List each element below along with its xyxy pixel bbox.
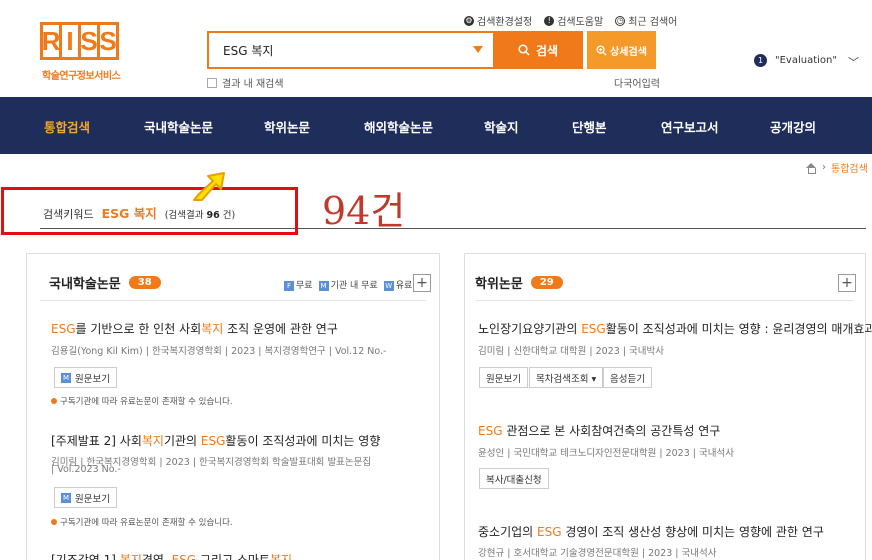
- annotation-arrow-icon: [193, 172, 225, 201]
- title-text: 경영이 조직 생산성 향상에 미치는 영향에 관한 연구: [561, 525, 824, 539]
- tab-journals[interactable]: 학술지: [484, 117, 519, 136]
- recent-search-link[interactable]: ◷ 최근 검색어: [615, 13, 677, 28]
- keyword-highlight: ESG: [478, 424, 503, 438]
- title-text: 관점으로 본 사회참여건축의 공간특성 연구: [502, 424, 721, 438]
- keyword-highlight: 복지: [141, 434, 164, 448]
- breadcrumb-current[interactable]: 통합검색: [831, 160, 868, 175]
- title-text: 활동이 조직성과에 미치는 영향 : 윤리경영의 매개효과 ...: [605, 322, 872, 336]
- gear-icon: ⚙: [464, 15, 474, 26]
- result-title[interactable]: [기조강연 1] 복지경영, ESG 그리고 스마트복지: [51, 551, 292, 560]
- tab-research-reports[interactable]: 연구보고서: [661, 117, 719, 136]
- keyword-highlight: ESG: [51, 322, 76, 336]
- subscription-note: 구독기관에 따라 유료논문이 존재할 수 있습니다.: [51, 395, 233, 407]
- view-fulltext-button[interactable]: 원문보기: [479, 367, 528, 388]
- breadcrumb: › 통합검색: [805, 160, 868, 175]
- keyword-highlight: ESG: [200, 434, 226, 448]
- more-theses-button[interactable]: +: [838, 274, 856, 292]
- search-settings-link[interactable]: ⚙ 검색환경설정: [464, 13, 532, 28]
- search-input[interactable]: ESG 복지: [207, 31, 493, 69]
- more-domestic-button[interactable]: +: [413, 274, 431, 292]
- copy-loan-request-button[interactable]: 복사/대출신청: [479, 468, 549, 489]
- title-text: 기관의: [163, 434, 201, 448]
- free-icon: F: [284, 281, 294, 291]
- search-help-link[interactable]: ! 검색도움말: [544, 13, 603, 28]
- user-institution[interactable]: 1 "Evaluation": [754, 54, 837, 67]
- chevron-down-icon[interactable]: ﹀: [848, 54, 859, 70]
- tab-domestic-papers[interactable]: 국내학술논문: [144, 117, 213, 136]
- title-text: 그리고 스마트: [196, 553, 270, 560]
- home-icon[interactable]: [805, 162, 817, 174]
- warning-dot-icon: [51, 398, 57, 404]
- advanced-search-button[interactable]: 상세검색: [587, 31, 656, 69]
- keyword-highlight: ESG: [537, 525, 562, 539]
- keyword-highlight: ESG: [171, 553, 197, 560]
- subscription-note: 구독기관에 따라 유료논문이 존재할 수 있습니다.: [51, 516, 233, 528]
- tab-integrated-search[interactable]: 통합검색: [44, 117, 90, 136]
- info-icon: !: [544, 15, 555, 26]
- institution-free-icon: M: [318, 281, 329, 291]
- keyword-highlight: 복지: [201, 322, 224, 336]
- logo-letter: S: [97, 22, 119, 60]
- tab-books[interactable]: 단행본: [572, 117, 607, 136]
- title-text: 경영,: [141, 553, 172, 560]
- clock-icon: ◷: [615, 15, 626, 26]
- view-fulltext-button[interactable]: M 원문보기: [54, 367, 117, 388]
- research-within-results[interactable]: 결과 내 재검색: [207, 75, 284, 90]
- riss-logo[interactable]: RISS: [40, 22, 128, 62]
- result-title[interactable]: [주제발표 2] 사회복지기관의 ESG활동이 조직성과에 미치는 영향: [51, 432, 380, 449]
- tab-open-lectures[interactable]: 공개강의: [770, 117, 816, 136]
- result-meta: | Vol.2023 No.-: [51, 464, 121, 475]
- panel-title: 학위논문 29: [475, 273, 563, 292]
- multilang-input-link[interactable]: 다국어입력: [614, 75, 660, 90]
- annotation-highlight-box: [1, 187, 298, 235]
- keyword-highlight: 복지: [269, 553, 293, 560]
- main-nav: [0, 97, 872, 154]
- result-meta: 김용길(Yong Kil Kim) | 한국복지경영학회 | 2023 | 복지…: [51, 346, 387, 357]
- title-text: [기조강연 1]: [51, 553, 120, 560]
- warning-dot-icon: [51, 519, 57, 525]
- logo-subtitle: 학술연구정보서비스: [42, 71, 121, 82]
- notification-badge: 1: [754, 54, 767, 67]
- title-text: 활동이 조직성과에 미치는 영향: [225, 434, 381, 448]
- title-text: 조직 운영에 관한 연구: [223, 322, 338, 336]
- search-icon: [518, 44, 530, 56]
- title-text: 를 기반으로 한 인천 사회: [75, 322, 202, 336]
- divider: [40, 300, 426, 301]
- result-meta: 김미림 | 신한대학교 대학원 | 2023 | 국내박사: [478, 346, 665, 357]
- paid-icon: W: [383, 281, 394, 291]
- keyword-highlight: ESG: [581, 322, 606, 336]
- toc-search-button[interactable]: 목차검색조회 ▾: [529, 367, 604, 388]
- annotation-text: 94건: [322, 189, 406, 233]
- divider: [476, 300, 854, 301]
- access-legend: F 무료 M 기관 내 무료 W 유료: [284, 278, 412, 291]
- title-text: 노인장기요양기관의: [478, 322, 582, 336]
- search-plus-icon: [596, 44, 607, 56]
- search-button[interactable]: 검색: [493, 31, 583, 69]
- top-links: ⚙ 검색환경설정 ! 검색도움말 ◷ 최근 검색어: [464, 13, 677, 28]
- result-meta: 강현규 | 호서대학교 기술경영전문대학원 | 2023 | 국내석사: [478, 548, 717, 559]
- dropdown-caret-icon[interactable]: [473, 46, 483, 53]
- result-title[interactable]: ESG를 기반으로 한 인천 사회복지 조직 운영에 관한 연구: [51, 320, 338, 337]
- keyword-highlight: 복지: [119, 553, 142, 560]
- m-badge-icon: M: [61, 372, 71, 383]
- result-meta: 윤성인 | 국민대학교 테크노디자인전문대학원 | 2023 | 국내석사: [478, 448, 734, 459]
- result-title[interactable]: 노인장기요양기관의 ESG활동이 조직성과에 미치는 영향 : 윤리경영의 매개…: [478, 320, 872, 337]
- tab-foreign-papers[interactable]: 해외학술논문: [364, 117, 433, 136]
- count-badge: 29: [530, 276, 563, 289]
- title-text: 중소기업의: [478, 525, 538, 539]
- m-badge-icon: M: [61, 492, 71, 503]
- recheck-checkbox[interactable]: [207, 77, 217, 88]
- result-title[interactable]: 중소기업의 ESG 경영이 조직 생산성 향상에 미치는 영향에 관한 연구: [478, 523, 824, 540]
- tab-theses[interactable]: 학위논문: [264, 117, 310, 136]
- count-badge: 38: [128, 276, 161, 289]
- result-title[interactable]: ESG 관점으로 본 사회참여건축의 공간특성 연구: [478, 422, 720, 439]
- listen-audio-button[interactable]: 음성듣기: [603, 367, 652, 388]
- title-text: [주제발표 2] 사회: [51, 434, 142, 448]
- panel-title: 국내학술논문 38: [49, 273, 161, 292]
- view-fulltext-button[interactable]: M 원문보기: [54, 487, 117, 508]
